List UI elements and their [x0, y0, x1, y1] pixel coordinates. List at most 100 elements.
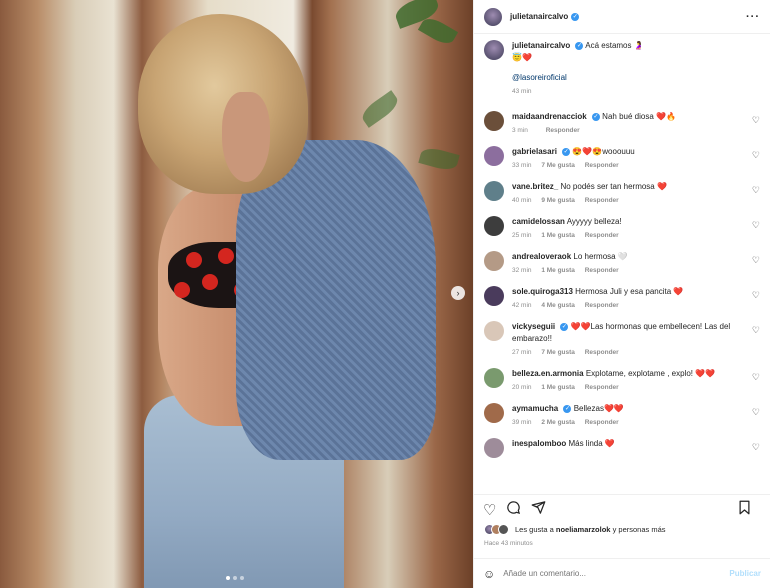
likes-suffix[interactable]: y personas más — [610, 525, 666, 534]
comment-likes[interactable]: 1 Me gusta — [541, 232, 575, 239]
comment-username[interactable]: vane.britez_ — [512, 182, 558, 191]
avatar[interactable] — [484, 368, 504, 388]
comment-username[interactable]: belleza.en.armonia — [512, 369, 584, 378]
comment-input[interactable] — [503, 569, 730, 578]
liker-username[interactable]: noeliamarzolok — [556, 525, 611, 534]
comment-row: maidaandrenacciok ✓ Nah bué diosa ❤️🔥 3 … — [484, 111, 760, 134]
comment-likes[interactable]: 1 Me gusta — [541, 384, 575, 391]
leaf-decor — [417, 14, 459, 48]
more-icon[interactable]: ··· — [746, 11, 760, 23]
likes-summary: Les gusta a noeliamarzolok y personas má… — [484, 524, 760, 535]
heart-icon[interactable]: ♡ — [752, 372, 760, 383]
comment-row: andrealoveraok Lo hermosa 🤍 32 min 1 Me … — [484, 251, 760, 274]
pager-dot — [226, 576, 230, 580]
caption-emojis: 😇❤️ — [512, 53, 532, 62]
comment-time: 32 min — [512, 267, 532, 274]
avatar[interactable] — [484, 321, 504, 341]
caption: julietanaircalvo ✓ Acá estamos 🤰 😇❤️ @la… — [484, 40, 760, 95]
action-bar: ♡ — [474, 494, 770, 524]
reply-button[interactable]: Responder — [585, 384, 619, 391]
comment-time: 3 min — [512, 127, 528, 134]
comment-text: Ayyyyy belleza! — [566, 217, 622, 226]
avatar[interactable] — [484, 438, 504, 458]
comment-row: gabrielasari ✓ 😍❤️😍wooouuu 33 min 7 Me g… — [484, 146, 760, 169]
comment-time: 42 min — [512, 302, 532, 309]
reply-button[interactable]: Responder — [546, 127, 580, 134]
avatar[interactable] — [484, 111, 504, 131]
comment-username[interactable]: vickyseguii — [512, 322, 555, 331]
comment-username[interactable]: gabrielasari — [512, 147, 557, 156]
comment-username[interactable]: inespalomboo — [512, 439, 566, 448]
comment-username[interactable]: aymamucha — [512, 404, 558, 413]
verified-icon: ✓ — [563, 404, 572, 413]
reply-button[interactable]: Responder — [585, 419, 619, 426]
comment-likes[interactable]: 1 Me gusta — [541, 267, 575, 274]
comment-icon[interactable] — [506, 500, 521, 519]
reply-button[interactable]: Responder — [585, 197, 619, 204]
hair — [138, 14, 308, 194]
post-photo[interactable]: › — [0, 0, 473, 588]
avatar[interactable] — [484, 40, 504, 60]
comment-text: Lo hermosa 🤍 — [573, 252, 628, 261]
comment-text: 😍❤️😍wooouuu — [572, 147, 635, 156]
heart-icon[interactable]: ♡ — [752, 407, 760, 418]
heart-icon[interactable]: ♡ — [752, 290, 760, 301]
verified-icon: ✓ — [562, 147, 571, 156]
heart-icon[interactable]: ♡ — [752, 442, 760, 453]
comment-likes[interactable]: 2 Me gusta — [541, 419, 575, 426]
comment-username[interactable]: andrealoveraok — [512, 252, 571, 261]
post-time: Hace 43 minutos — [484, 540, 533, 547]
comment-row: inespalomboo Más linda ❤️ ♡ — [484, 438, 760, 461]
comment-text: No podés ser tan hermosa ❤️ — [560, 182, 667, 191]
avatar[interactable] — [484, 403, 504, 423]
publish-button[interactable]: Publicar — [729, 569, 761, 578]
avatar[interactable] — [484, 216, 504, 236]
liker-avatars — [484, 524, 509, 535]
comment-likes[interactable]: 4 Me gusta — [541, 302, 575, 309]
pager-dot — [240, 576, 244, 580]
comment-likes[interactable]: 7 Me gusta — [541, 162, 575, 169]
heart-icon[interactable]: ♡ — [483, 501, 496, 519]
heart-icon[interactable]: ♡ — [752, 220, 760, 231]
share-icon[interactable] — [531, 500, 546, 519]
reply-button[interactable]: Responder — [585, 302, 619, 309]
comment-row: vane.britez_ No podés ser tan hermosa ❤️… — [484, 181, 760, 204]
heart-icon[interactable]: ♡ — [752, 255, 760, 266]
bookmark-icon[interactable] — [738, 500, 751, 519]
add-comment-bar: ☺ Publicar — [474, 558, 770, 588]
heart-icon[interactable]: ♡ — [752, 185, 760, 196]
comment-username[interactable]: sole.quiroga313 — [512, 287, 573, 296]
comment-likes[interactable]: 7 Me gusta — [541, 349, 575, 356]
reply-button[interactable]: Responder — [585, 232, 619, 239]
heart-icon[interactable]: ♡ — [752, 150, 760, 161]
heart-icon[interactable]: ♡ — [752, 325, 760, 336]
face — [222, 92, 270, 182]
comment-text: Explotame, explotame , explo! ❤️❤️ — [585, 369, 716, 378]
reply-button[interactable]: Responder — [585, 162, 619, 169]
avatar[interactable] — [484, 146, 504, 166]
comment-row: belleza.en.armonia Explotame, explotame … — [484, 368, 760, 391]
reply-button[interactable]: Responder — [585, 267, 619, 274]
comment-likes[interactable]: 9 Me gusta — [541, 197, 575, 204]
reply-button[interactable]: Responder — [585, 349, 619, 356]
verified-icon: ✓ — [571, 12, 580, 21]
post-header: julietanaircalvo ✓ ··· — [474, 0, 770, 34]
avatar[interactable] — [484, 286, 504, 306]
comment-username[interactable]: maidaandrenacciok — [512, 112, 587, 121]
caption-author[interactable]: julietanaircalvo — [512, 41, 570, 50]
caption-mention[interactable]: @lasoreiroficial — [512, 73, 567, 82]
comment-row: sole.quiroga313 Hermosa Juli y esa panci… — [484, 286, 760, 309]
comment-time: 20 min — [512, 384, 532, 391]
emoji-icon[interactable]: ☺ — [483, 567, 495, 581]
comments-list[interactable]: julietanaircalvo ✓ Acá estamos 🤰 😇❤️ @la… — [474, 34, 770, 494]
verified-icon: ✓ — [560, 322, 569, 331]
author-username[interactable]: julietanaircalvo — [510, 12, 568, 21]
avatar[interactable] — [484, 181, 504, 201]
avatar[interactable] — [484, 7, 502, 26]
heart-icon[interactable]: ♡ — [752, 115, 760, 126]
comment-username[interactable]: camidelossan — [512, 217, 565, 226]
comment-time: 25 min — [512, 232, 532, 239]
next-icon[interactable]: › — [451, 286, 465, 300]
comment-text: Bellezas❤️❤️ — [573, 404, 624, 413]
avatar[interactable] — [484, 251, 504, 271]
